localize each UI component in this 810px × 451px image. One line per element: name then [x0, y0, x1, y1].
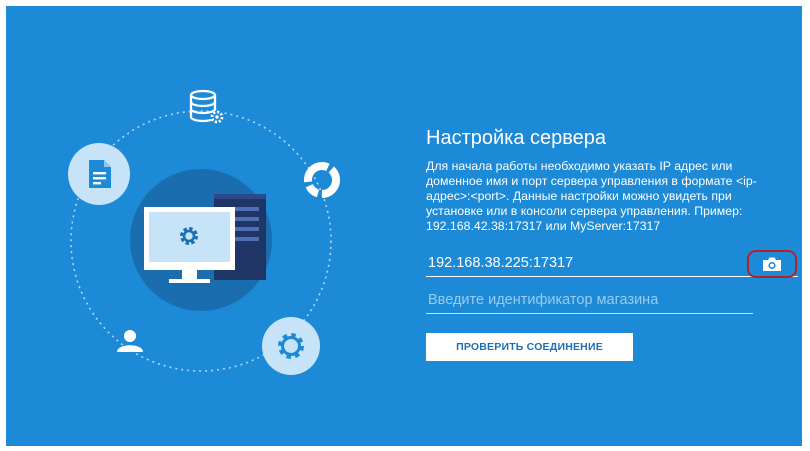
server-settings-screen: Настройка сервера Для начала работы необ… — [6, 6, 802, 446]
gear-icon — [262, 317, 320, 375]
store-id-input[interactable] — [426, 289, 758, 311]
store-id-field — [426, 289, 758, 314]
database-gear-icon — [189, 89, 224, 124]
description-text: Для начала работы необходимо указать IP … — [426, 159, 757, 233]
server-address-field — [426, 252, 798, 277]
pie-chart-icon — [304, 162, 340, 198]
document-icon — [68, 143, 130, 205]
user-icon — [117, 330, 143, 352]
page-title: Настройка сервера — [426, 127, 607, 149]
server-address-input[interactable] — [426, 252, 758, 274]
server-illustration — [68, 89, 340, 375]
check-connection-button[interactable]: ПРОВЕРИТЬ СОЕДИНЕНИЕ — [426, 333, 633, 361]
camera-icon — [763, 257, 781, 271]
scan-qr-button[interactable] — [747, 250, 797, 278]
